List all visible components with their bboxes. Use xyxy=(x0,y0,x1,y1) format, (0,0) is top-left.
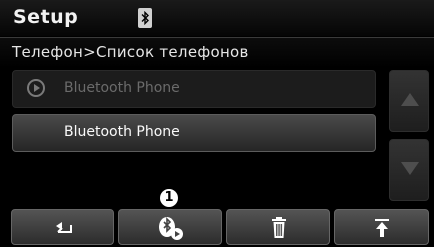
delete-button[interactable] xyxy=(226,209,330,245)
arrow-up-icon xyxy=(401,93,419,106)
list-item-label: Bluetooth Phone xyxy=(64,80,180,96)
step-badge: 1 xyxy=(160,189,178,207)
bluetooth-icon xyxy=(138,8,152,28)
back-icon xyxy=(56,222,72,233)
back-button[interactable] xyxy=(11,209,114,245)
bluetooth-connect-button[interactable] xyxy=(118,209,222,245)
breadcrumb: Телефон>Список телефонов xyxy=(12,43,249,61)
play-circle-icon xyxy=(27,79,45,97)
bluetooth-connect-icon xyxy=(159,217,183,240)
list-item-bluetooth-phone-2[interactable]: Bluetooth Phone xyxy=(12,114,376,152)
move-to-top-icon xyxy=(375,219,389,237)
scroll-up-button[interactable] xyxy=(389,70,429,132)
list-item-bluetooth-phone-1[interactable]: Bluetooth Phone xyxy=(12,70,376,108)
breadcrumb-bar: Телефон>Список телефонов xyxy=(0,37,434,68)
scroll-down-button[interactable] xyxy=(389,139,429,201)
list-item-label: Bluetooth Phone xyxy=(64,124,180,140)
move-to-top-button[interactable] xyxy=(334,209,429,245)
page-title: Setup xyxy=(13,6,79,28)
arrow-down-icon xyxy=(401,162,419,175)
trash-icon xyxy=(272,217,286,238)
title-bar: Setup xyxy=(0,0,434,36)
